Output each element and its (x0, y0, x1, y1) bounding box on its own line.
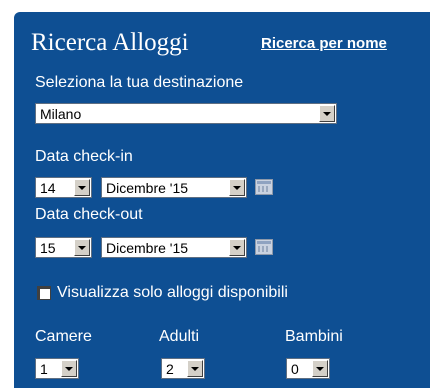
availability-checkbox[interactable] (37, 286, 51, 300)
checkin-month-value: Dicembre '15 (106, 180, 189, 196)
chevron-down-icon[interactable] (187, 360, 203, 377)
destination-value: Milano (40, 106, 82, 122)
chevron-down-icon[interactable] (74, 239, 90, 256)
panel-title: Ricerca Alloggi (31, 29, 189, 56)
checkout-label: Data check-out (35, 206, 143, 223)
chevron-down-icon[interactable] (229, 239, 245, 256)
calendar-icon[interactable] (255, 179, 273, 195)
children-label: Bambini (285, 328, 343, 345)
destination-label: Seleziona la tua destinazione (35, 74, 244, 91)
rooms-value: 1 (40, 361, 48, 377)
chevron-down-icon[interactable] (319, 105, 335, 122)
name-search-link[interactable]: Ricerca per nome (261, 35, 387, 52)
checkout-day-value: 15 (40, 240, 56, 256)
availability-label: Visualizza solo alloggi disponibili (57, 284, 288, 301)
children-value: 0 (291, 361, 299, 377)
checkout-day-select[interactable]: 15 (35, 237, 92, 258)
chevron-down-icon[interactable] (312, 360, 328, 377)
adults-value: 2 (166, 361, 174, 377)
checkout-month-value: Dicembre '15 (106, 240, 189, 256)
chevron-down-icon[interactable] (61, 360, 77, 377)
chevron-down-icon[interactable] (229, 179, 245, 196)
search-panel: Ricerca Alloggi Ricerca per nome Selezio… (14, 12, 430, 388)
chevron-down-icon[interactable] (74, 179, 90, 196)
checkin-day-value: 14 (40, 180, 56, 196)
checkin-month-select[interactable]: Dicembre '15 (101, 177, 247, 198)
adults-select[interactable]: 2 (161, 358, 205, 379)
rooms-label: Camere (35, 328, 92, 345)
calendar-icon[interactable] (255, 239, 273, 255)
destination-select[interactable]: Milano (35, 103, 337, 124)
children-select[interactable]: 0 (286, 358, 330, 379)
checkin-day-select[interactable]: 14 (35, 177, 92, 198)
checkout-month-select[interactable]: Dicembre '15 (101, 237, 247, 258)
adults-label: Adulti (159, 328, 200, 345)
checkin-label: Data check-in (35, 148, 133, 165)
rooms-select[interactable]: 1 (35, 358, 79, 379)
